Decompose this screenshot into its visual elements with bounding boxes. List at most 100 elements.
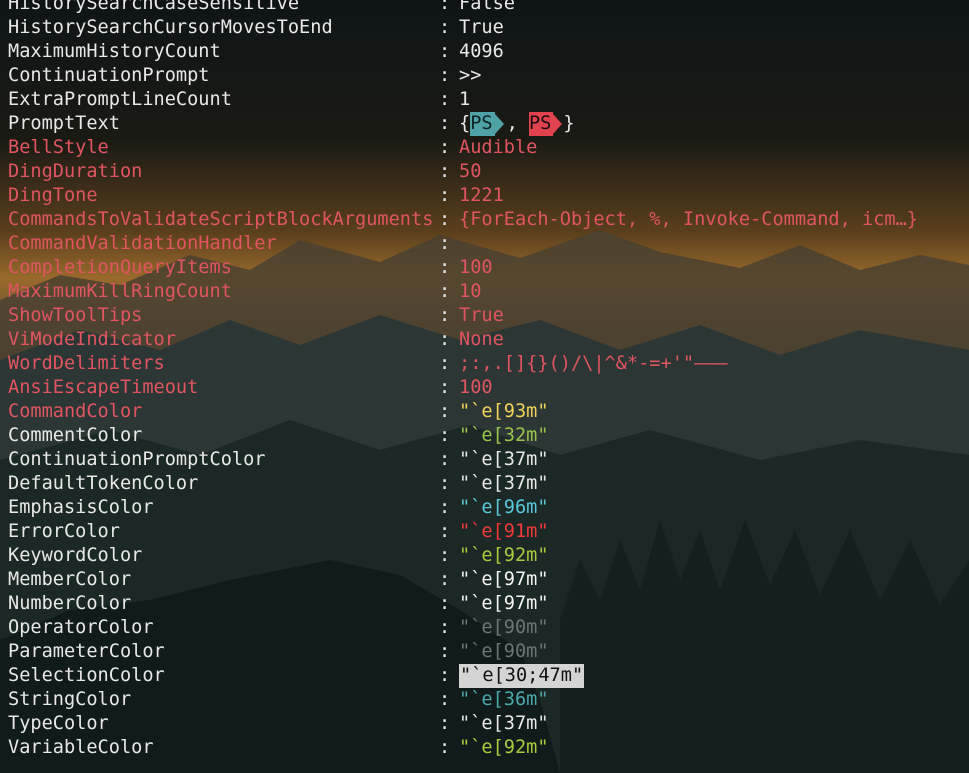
option-name: CompletionQueryItems [8,257,232,278]
option-name: AnsiEscapeTimeout [8,377,199,398]
option-name: ContinuationPrompt [8,65,210,86]
option-value: 1 [459,89,471,110]
option-value: Audible [459,137,538,158]
option-value: "`e[96m" [459,497,549,518]
separator: : [439,497,451,518]
option-value: 100 [459,257,493,278]
option-value: "`e[97m" [459,569,549,590]
separator: : [439,281,451,302]
prompt-comma: , [506,113,529,134]
option-value: {ForEach-Object, %, Invoke-Command, icm…… [459,209,918,230]
option-name: CommentColor [8,425,143,446]
separator: : [439,185,451,206]
option-value: True [459,305,504,326]
option-name: BellStyle [8,137,109,158]
option-value: 1221 [459,185,504,206]
option-value: 50 [459,161,482,182]
separator: : [439,65,451,86]
option-name: EmphasisColor [8,497,154,518]
separator: : [439,449,451,470]
option-name: MaximumHistoryCount [8,41,221,62]
option-value: "`e[90m" [459,641,549,662]
option-name: CommandColor [8,401,143,422]
option-value: "`e[30;47m" [459,664,585,688]
separator: : [439,617,451,638]
separator: : [439,593,451,614]
separator: : [439,0,451,14]
separator: : [439,353,451,374]
separator: : [439,257,451,278]
option-name: DingTone [8,185,98,206]
option-value: ;:,.[]{}()/\|^&*-=+'"–—― [459,353,728,374]
option-name: HistorySearchCursorMovesToEnd [8,17,333,38]
separator: : [439,665,451,686]
option-name: TypeColor [8,713,109,734]
prompt-brace-close: } [563,113,575,134]
separator: : [439,161,451,182]
option-value: "`e[93m" [459,401,549,422]
option-value: "`e[37m" [459,449,549,470]
option-name: ErrorColor [8,521,120,542]
separator: : [439,233,451,254]
separator: : [439,689,451,710]
option-value: 4096 [459,41,504,62]
separator: : [439,569,451,590]
prompt-brace-open: { [459,113,471,134]
option-value: "`e[97m" [459,593,549,614]
option-name: VariableColor [8,737,154,758]
option-name: ContinuationPromptColor [8,449,266,470]
separator: : [439,137,451,158]
option-name: DingDuration [8,161,143,182]
option-name: ShowToolTips [8,305,143,326]
option-name: MaximumKillRingCount [8,281,232,302]
option-name: PromptText [8,113,120,134]
separator: : [439,713,451,734]
separator: : [439,329,451,350]
separator: : [439,17,451,38]
option-value: "`e[32m" [459,425,549,446]
option-name: ViModeIndicator [8,329,176,350]
option-name: ExtraPromptLineCount [8,89,232,110]
separator: : [439,89,451,110]
option-value: 100 [459,377,493,398]
separator: : [439,401,451,422]
option-name: KeywordColor [8,545,143,566]
separator: : [439,737,451,758]
option-value: "`e[91m" [459,521,549,542]
separator: : [439,425,451,446]
option-name: SelectionColor [8,665,165,686]
separator: : [439,641,451,662]
separator: : [439,209,451,230]
option-name: MemberColor [8,569,132,590]
option-name: WordDelimiters [8,353,165,374]
option-value: "`e[37m" [459,473,549,494]
separator: : [439,473,451,494]
option-name: NumberColor [8,593,132,614]
powershell-terminal[interactable]: HistorySearchCaseSensitive: False HistoryS… [0,0,969,773]
option-value: "`e[37m" [459,713,549,734]
option-value: None [459,329,504,350]
option-value: {PS, PS} [459,112,575,136]
option-name: ParameterColor [8,641,165,662]
option-value: "`e[92m" [459,737,549,758]
prompt-segment-ps-teal: PS [470,112,505,136]
option-value: "`e[92m" [459,545,549,566]
option-name: HistorySearchCaseSensitive [8,0,300,14]
option-value: False [459,0,515,14]
option-value: 10 [459,281,482,302]
separator: : [439,41,451,62]
option-value: "`e[90m" [459,617,549,638]
option-name: DefaultTokenColor [8,473,199,494]
separator: : [439,377,451,398]
separator: : [439,521,451,542]
option-name: CommandsToValidateScriptBlockArguments [8,209,434,230]
option-value: >> [459,65,482,86]
separator: : [439,545,451,566]
option-value: "`e[36m" [459,689,549,710]
option-value: True [459,17,504,38]
option-name: OperatorColor [8,617,154,638]
separator: : [439,113,451,134]
prompt-segment-ps-red: PS [528,112,563,136]
option-name: StringColor [8,689,132,710]
separator: : [439,305,451,326]
